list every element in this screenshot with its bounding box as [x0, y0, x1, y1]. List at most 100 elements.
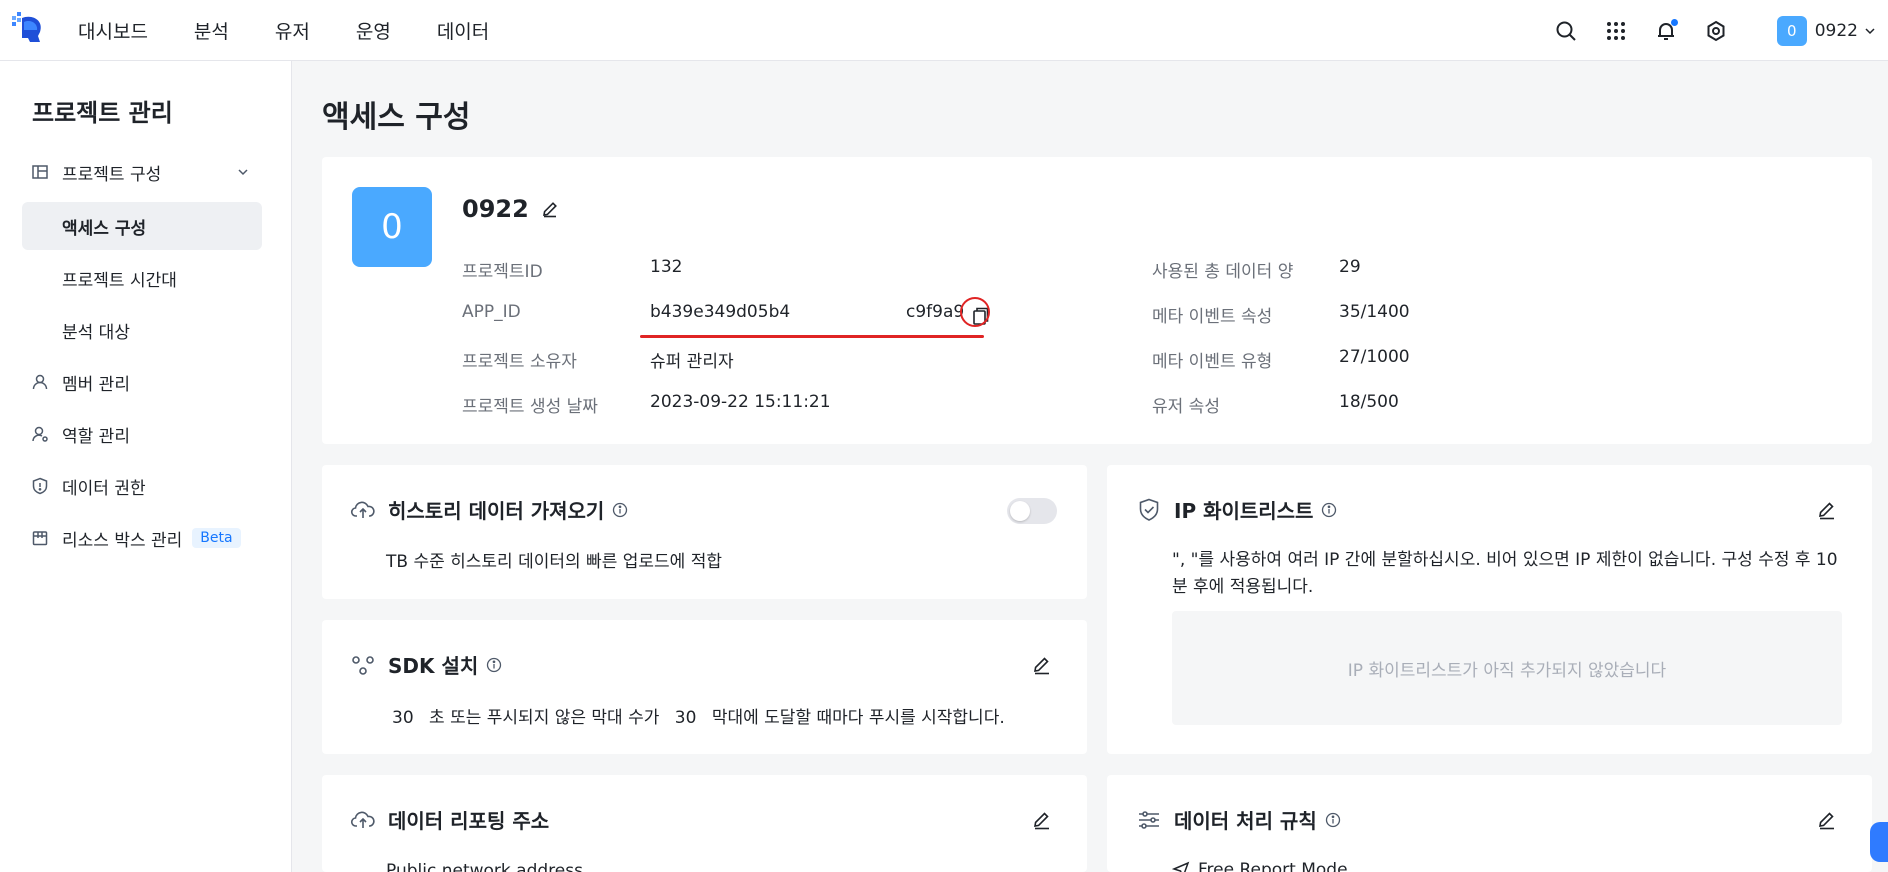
- sidebar-item-label: 리소스 박스 관리: [62, 530, 183, 551]
- user-icon: [30, 372, 50, 392]
- report-address-title-text: 데이터 리포팅 주소: [388, 809, 550, 833]
- sidebar-item-resource-box[interactable]: 리소스 박스 관리 Beta: [22, 514, 262, 562]
- project-id-value: 132: [650, 257, 683, 277]
- meta-event-attr-label: 메타 이벤트 속성: [1152, 307, 1273, 327]
- info-icon[interactable]: [1321, 502, 1337, 518]
- box-icon: [30, 528, 50, 548]
- history-import-toggle[interactable]: [1007, 498, 1057, 524]
- edit-icon[interactable]: [1817, 500, 1837, 520]
- history-import-title: 히스토리 데이터 가져오기: [350, 495, 628, 524]
- search-icon[interactable]: [1553, 18, 1579, 44]
- history-import-title-text: 히스토리 데이터 가져오기: [388, 499, 605, 523]
- beta-badge: Beta: [192, 528, 241, 548]
- project-avatar: 0: [352, 187, 432, 267]
- sdk-seconds-value: 30: [392, 708, 414, 728]
- help-float-button[interactable]: [1870, 822, 1888, 862]
- user-name: 0922: [1814, 20, 1858, 41]
- sidebar-item-access-config[interactable]: 액세스 구성: [22, 202, 262, 250]
- sidebar-item-label: 프로젝트 시간대: [62, 270, 177, 291]
- edit-icon[interactable]: [1032, 810, 1052, 830]
- processing-rules-sub-text: Free Report Mode: [1198, 860, 1348, 872]
- info-icon[interactable]: [1325, 812, 1341, 828]
- notification-bell-icon[interactable]: [1653, 18, 1679, 44]
- top-icons: 0 0922: [1553, 0, 1888, 61]
- main-nav: 대시보드 분석 유저 운영 데이터: [78, 0, 535, 61]
- page-title: 액세스 구성: [322, 100, 471, 135]
- sdk-install-card: [322, 620, 1087, 754]
- report-address-sub: Public network address: [386, 861, 583, 872]
- ip-whitelist-title: IP 화이트리스트: [1136, 495, 1337, 524]
- notification-dot: [1670, 18, 1678, 26]
- sidebar-item-label: 데이터 권한: [62, 478, 146, 499]
- highlight-underline: [640, 335, 984, 338]
- top-bar: 대시보드 분석 유저 운영 데이터 0 0922: [0, 0, 1888, 61]
- toggle-knob: [1010, 501, 1030, 521]
- created-value: 2023-09-22 15:11:21: [650, 392, 831, 412]
- sidebar-item-analysis-target[interactable]: 분석 대상: [22, 306, 262, 354]
- sidebar-item-timezone[interactable]: 프로젝트 시간대: [22, 254, 262, 302]
- sidebar-item-label: 프로젝트 구성: [62, 164, 162, 185]
- info-icon[interactable]: [612, 502, 628, 518]
- send-icon: [1172, 861, 1190, 872]
- sdk-install-title-text: SDK 설치: [388, 654, 479, 678]
- nav-operations[interactable]: 운영: [356, 17, 391, 44]
- sidebar-item-roles[interactable]: 역할 관리: [22, 410, 262, 458]
- sidebar-item-members[interactable]: 멤버 관리: [22, 358, 262, 406]
- project-id-label: 프로젝트ID: [462, 262, 543, 282]
- nodes-icon: [350, 652, 376, 678]
- sidebar-item-label: 멤버 관리: [62, 374, 130, 395]
- user-role-icon: [30, 424, 50, 444]
- app-id-label: APP_ID: [462, 302, 521, 322]
- sidebar-item-label: 역할 관리: [62, 426, 130, 447]
- nav-dashboard[interactable]: 대시보드: [78, 17, 148, 44]
- edit-icon[interactable]: [541, 200, 559, 218]
- shield-icon: [30, 476, 50, 496]
- sdk-text-1: 초 또는 푸시되지 않은 막대 수가: [429, 708, 660, 728]
- sdk-install-desc: 30 초 또는 푸시되지 않은 막대 수가 30 막대에 도달할 때마다 푸시를…: [392, 703, 1005, 728]
- settings-gear-icon[interactable]: [1703, 18, 1729, 44]
- report-address-title: 데이터 리포팅 주소: [350, 805, 549, 834]
- sliders-icon: [1136, 807, 1162, 833]
- ip-whitelist-desc-line-2: 분 후에 적용됩니다.: [1172, 577, 1314, 597]
- sidebar: 프로젝트 관리 프로젝트 구성 액세스 구성 프로젝트 시간대 분석 대상 멤버…: [0, 61, 292, 872]
- processing-rules-title-text: 데이터 처리 규칙: [1174, 809, 1317, 833]
- user-menu[interactable]: 0 0922: [1776, 15, 1876, 46]
- meta-event-type-value: 27/1000: [1339, 347, 1410, 367]
- user-attr-label: 유저 속성: [1152, 397, 1220, 417]
- edit-icon[interactable]: [1817, 810, 1837, 830]
- created-label: 프로젝트 생성 날짜: [462, 397, 598, 417]
- layout-icon: [30, 162, 50, 182]
- highlight-circle: [960, 297, 990, 327]
- nav-analysis[interactable]: 분석: [194, 17, 229, 44]
- nav-data[interactable]: 데이터: [437, 17, 489, 44]
- chevron-down-icon: [1865, 27, 1875, 34]
- apps-grid-icon[interactable]: [1603, 18, 1629, 44]
- logo-icon[interactable]: [10, 10, 46, 46]
- sdk-bars-value: 30: [674, 708, 697, 728]
- ip-whitelist-desc-line-1: ", "를 사용하여 여러 IP 간에 분할하십시오. 비어 있으면 IP 제한…: [1172, 550, 1838, 570]
- user-avatar: 0: [1776, 15, 1807, 46]
- sdk-text-2: 막대에 도달할 때마다 푸시를 시작합니다.: [711, 708, 1005, 728]
- nav-users[interactable]: 유저: [275, 17, 310, 44]
- info-icon[interactable]: [486, 657, 502, 673]
- sidebar-item-label: 액세스 구성: [62, 218, 147, 239]
- ip-whitelist-empty: IP 화이트리스트가 아직 추가되지 않았습니다: [1172, 611, 1842, 725]
- data-used-label: 사용된 총 데이터 양: [1152, 262, 1294, 282]
- sidebar-item-data-permissions[interactable]: 데이터 권한: [22, 462, 262, 510]
- processing-rules-sub: Free Report Mode: [1172, 860, 1348, 872]
- user-attr-value: 18/500: [1339, 392, 1399, 412]
- project-info-card: 0 0922 프로젝트ID 132 APP_ID b439e349d05b4 c…: [322, 157, 1872, 444]
- cloud-upload-icon: [350, 807, 376, 833]
- sidebar-item-project-config[interactable]: 프로젝트 구성: [22, 148, 262, 196]
- chevron-down-icon: [238, 169, 248, 176]
- processing-rules-title: 데이터 처리 규칙: [1136, 805, 1341, 834]
- meta-event-type-label: 메타 이벤트 유형: [1152, 352, 1273, 372]
- shield-check-icon: [1136, 497, 1162, 523]
- ip-whitelist-title-text: IP 화이트리스트: [1174, 499, 1314, 523]
- sidebar-item-label: 분석 대상: [62, 322, 130, 343]
- owner-value: 슈퍼 관리자: [650, 352, 734, 372]
- app-id-value-start: b439e349d05b4: [650, 302, 791, 322]
- history-import-desc: TB 수준 히스토리 데이터의 빠른 업로드에 적합: [386, 552, 722, 572]
- edit-icon[interactable]: [1032, 655, 1052, 675]
- sdk-install-title: SDK 설치: [350, 650, 502, 679]
